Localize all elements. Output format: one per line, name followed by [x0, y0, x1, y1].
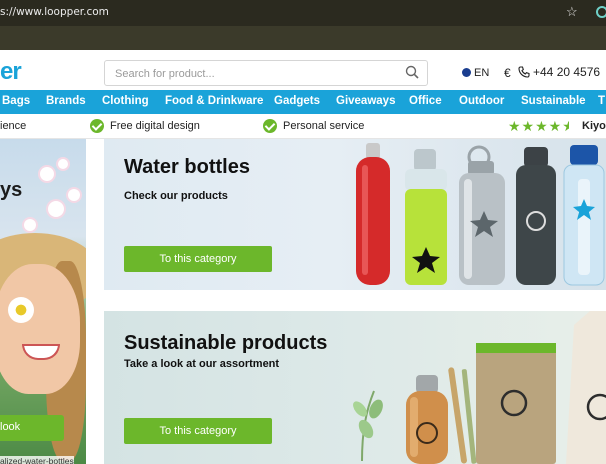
- nav-item-bags[interactable]: Bags: [2, 95, 30, 107]
- nav-item-sustainable[interactable]: Sustainable: [521, 95, 586, 107]
- category-card-water-bottles[interactable]: Water bottles Check our products To this…: [104, 139, 606, 290]
- to-category-button[interactable]: To this category: [124, 418, 272, 444]
- blossom-decoration: [58, 159, 68, 169]
- phone-number: +44 20 4576: [533, 65, 601, 79]
- nav-item-more[interactable]: T: [598, 95, 605, 107]
- blossom-decoration: [40, 167, 54, 181]
- nav-item-outdoor[interactable]: Outdoor: [459, 95, 504, 107]
- nav-item-food-drinkware[interactable]: Food & Drinkware: [165, 95, 263, 107]
- nav-item-clothing[interactable]: Clothing: [102, 95, 149, 107]
- uk-flag-icon: [462, 68, 471, 77]
- category-subtitle: Check our products: [124, 190, 228, 202]
- usp-free-design: Free digital design: [110, 120, 200, 132]
- rating-stars-icon[interactable]: ★★★★★: [508, 118, 569, 135]
- blossom-decoration: [48, 201, 64, 217]
- usp-experience: ience: [0, 120, 27, 132]
- bookmark-star-icon[interactable]: ☆: [566, 4, 578, 20]
- blossom-decoration: [24, 219, 36, 231]
- category-title: Sustainable products: [124, 332, 328, 354]
- hero-model-face: [0, 264, 80, 394]
- nav-item-brands[interactable]: Brands: [46, 95, 86, 107]
- daisy-flower-icon: [8, 297, 34, 323]
- hero-title: ys: [0, 179, 23, 201]
- browser-toolbar-strip: [0, 26, 606, 50]
- category-card-sustainable[interactable]: Sustainable products Take a look at our …: [104, 311, 606, 464]
- category-subtitle: Take a look at our assortment: [124, 358, 280, 370]
- search-input[interactable]: [115, 65, 395, 82]
- nav-item-giveaways[interactable]: Giveaways: [336, 95, 395, 107]
- url-text[interactable]: s://www.loopper.com: [0, 6, 109, 18]
- usp-bar: ience Free digital design Personal servi…: [0, 114, 606, 139]
- browser-address-bar[interactable]: s://www.loopper.com ☆: [0, 0, 606, 26]
- site-header: er EN € +44 20 4576: [0, 50, 606, 90]
- kiyoh-rating-label[interactable]: Kiyo: [582, 120, 606, 132]
- search-box[interactable]: [104, 60, 428, 86]
- category-title: Water bottles: [124, 156, 250, 178]
- hero-caption: alized-water-bottles: [0, 456, 74, 464]
- main-nav: Bags Brands Clothing Food & Drinkware Ga…: [0, 90, 606, 114]
- language-selector[interactable]: EN: [462, 67, 489, 79]
- hero-banner[interactable]: ys look alized-water-bottles: [0, 139, 86, 464]
- blossom-decoration: [68, 189, 80, 201]
- nav-item-office[interactable]: Office: [409, 95, 442, 107]
- phone-icon: [518, 66, 530, 78]
- search-icon[interactable]: [405, 65, 419, 79]
- currency-selector[interactable]: €: [504, 66, 511, 80]
- check-icon: [90, 119, 104, 133]
- to-category-button[interactable]: To this category: [124, 246, 272, 272]
- phone-link[interactable]: +44 20 4576: [518, 65, 600, 79]
- hero-cta-button[interactable]: look: [0, 415, 64, 441]
- usp-personal-service: Personal service: [283, 120, 365, 132]
- check-icon: [263, 119, 277, 133]
- language-label: EN: [474, 67, 490, 79]
- extension-icon[interactable]: [596, 6, 606, 18]
- site-logo[interactable]: er: [0, 58, 22, 86]
- nav-item-gadgets[interactable]: Gadgets: [274, 95, 320, 107]
